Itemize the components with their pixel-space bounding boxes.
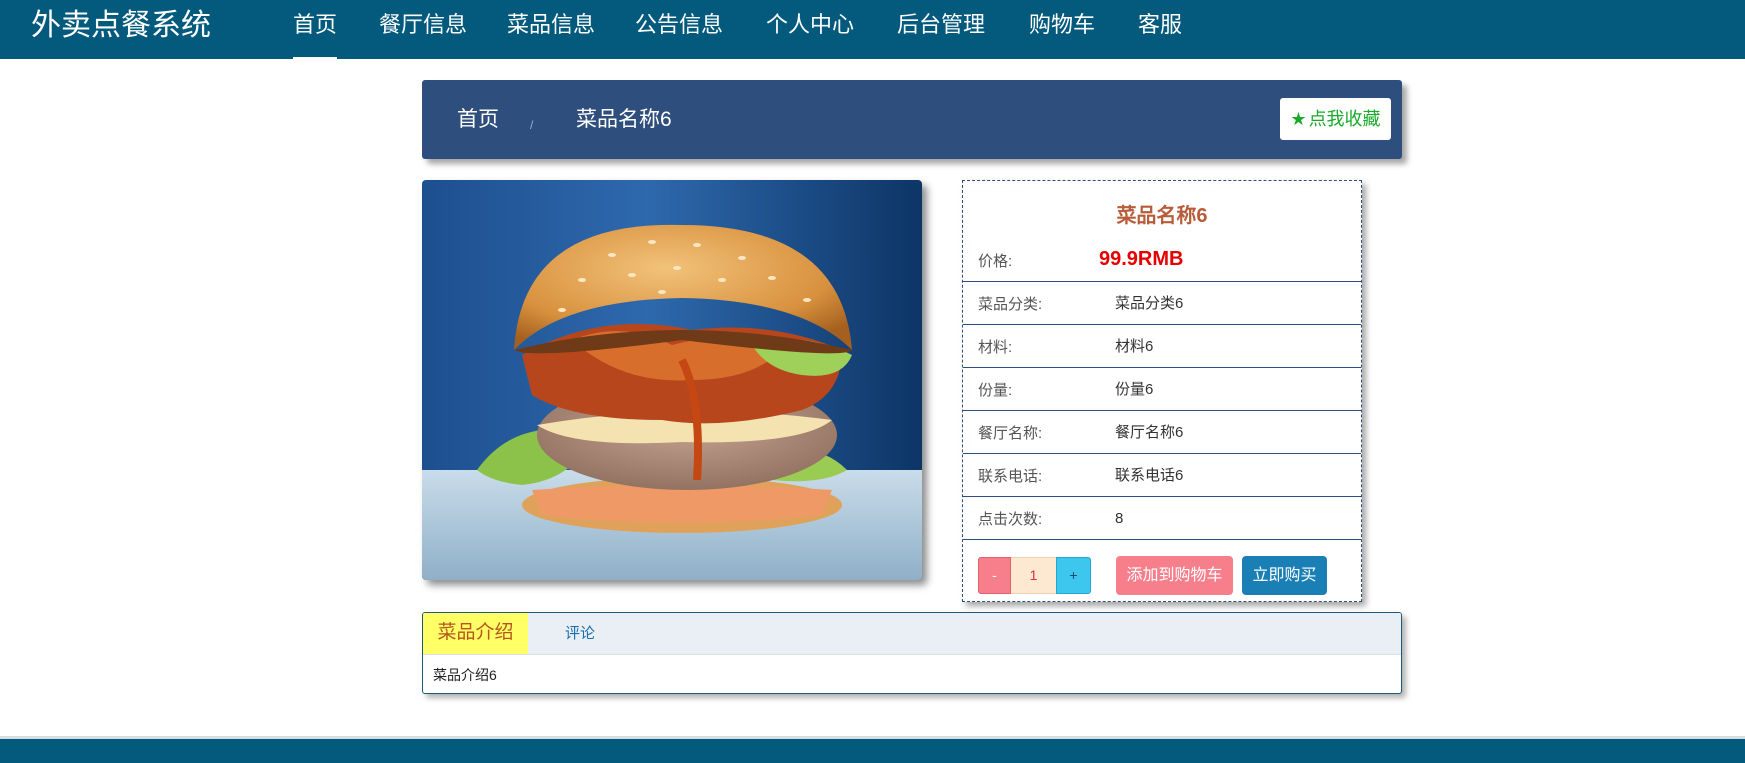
- detail-value: 菜品分类6: [1115, 295, 1184, 312]
- detail-row-category: 菜品分类: 菜品分类6: [963, 282, 1361, 325]
- nav-item-dish-info[interactable]: 菜品信息: [507, 10, 595, 59]
- product-name: 菜品名称6: [1116, 205, 1208, 227]
- price-label: 价格:: [978, 253, 1013, 270]
- detail-row-ingredients: 材料: 材料6: [963, 325, 1361, 368]
- detail-row-portion: 份量: 份量6: [963, 368, 1361, 411]
- breadcrumb: 首页 / 菜品名称6 ★ 点我收藏: [422, 80, 1402, 159]
- detail-label: 份量:: [978, 382, 1013, 399]
- tab-comments[interactable]: 评论: [565, 613, 595, 654]
- nav-item-customer-service[interactable]: 客服: [1138, 10, 1182, 59]
- buy-now-button[interactable]: 立即购买: [1242, 556, 1327, 595]
- nav-item-home[interactable]: 首页: [293, 10, 338, 59]
- detail-value: 餐厅名称6: [1115, 424, 1184, 441]
- detail-value: 联系电话6: [1115, 467, 1184, 484]
- detail-label: 联系电话:: [978, 468, 1043, 485]
- quantity-input[interactable]: 1: [1011, 557, 1056, 594]
- tab-content: 菜品介绍6: [433, 667, 497, 683]
- product-tabs: 菜品介绍 评论 菜品介绍6: [422, 612, 1402, 694]
- favorite-button-label: 点我收藏: [1308, 109, 1381, 129]
- detail-row-clicks: 点击次数: 8: [963, 497, 1361, 540]
- breadcrumb-home-link[interactable]: 首页: [457, 106, 499, 134]
- detail-label: 菜品分类:: [978, 296, 1043, 313]
- site-brand[interactable]: 外卖点餐系统: [31, 8, 211, 44]
- quantity-stepper: - 1 +: [978, 557, 1091, 594]
- add-to-cart-button[interactable]: 添加到购物车: [1116, 556, 1233, 595]
- product-image: [422, 180, 922, 580]
- nav-item-admin[interactable]: 后台管理: [897, 10, 985, 59]
- nav-item-announcements[interactable]: 公告信息: [635, 10, 723, 59]
- detail-label: 点击次数:: [978, 511, 1043, 528]
- product-info-panel: 菜品名称6 价格: 99.9RMB 菜品分类: 菜品分类6 材料: 材料6 份量…: [962, 180, 1362, 602]
- star-icon: ★: [1290, 109, 1307, 129]
- detail-label: 餐厅名称:: [978, 425, 1043, 442]
- top-navbar: 外卖点餐系统 首页 餐厅信息 菜品信息 公告信息 个人中心 后台管理 购物车 客…: [0, 0, 1745, 59]
- nav-item-cart[interactable]: 购物车: [1029, 10, 1095, 59]
- nav-item-restaurant-info[interactable]: 餐厅信息: [379, 10, 467, 59]
- detail-value: 8: [1115, 510, 1124, 527]
- nav-item-personal-center[interactable]: 个人中心: [766, 10, 854, 59]
- price-value: 99.9RMB: [1099, 248, 1184, 270]
- detail-label: 材料:: [978, 339, 1013, 356]
- favorite-button[interactable]: ★ 点我收藏: [1280, 98, 1391, 140]
- footer: [0, 736, 1745, 763]
- quantity-decrease-button[interactable]: -: [978, 557, 1011, 594]
- breadcrumb-current: 菜品名称6: [576, 108, 672, 131]
- price-row: 价格: 99.9RMB: [963, 239, 1361, 282]
- detail-value: 材料6: [1115, 338, 1154, 355]
- quantity-increase-button[interactable]: +: [1056, 557, 1091, 594]
- breadcrumb-separator: /: [530, 118, 534, 132]
- detail-row-phone: 联系电话: 联系电话6: [963, 454, 1361, 497]
- detail-row-restaurant: 餐厅名称: 餐厅名称6: [963, 411, 1361, 454]
- tab-header: 菜品介绍 评论: [423, 613, 1401, 655]
- detail-value: 份量6: [1115, 381, 1154, 398]
- tab-description[interactable]: 菜品介绍: [423, 613, 528, 654]
